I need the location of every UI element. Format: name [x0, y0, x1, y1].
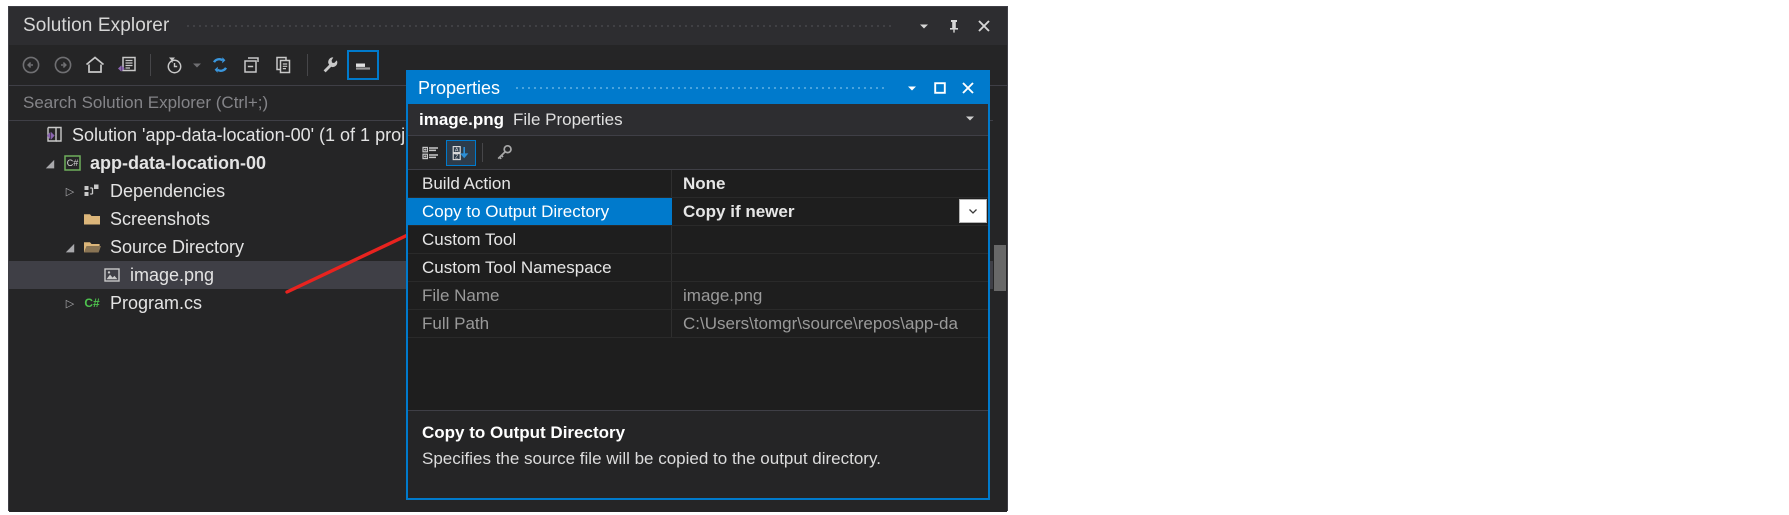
back-icon[interactable]: [15, 50, 47, 80]
maximize-icon[interactable]: [926, 74, 954, 102]
properties-wrench-icon[interactable]: [315, 50, 347, 80]
property-description-title: Copy to Output Directory: [422, 423, 626, 442]
solution-explorer-icon[interactable]: [111, 50, 143, 80]
csharp-file-icon: C#: [79, 293, 105, 313]
tree-item-label: Dependencies: [110, 180, 226, 201]
property-value: C:\Users\tomgr\source\repos\app-da: [683, 313, 958, 333]
properties-key-icon[interactable]: [489, 140, 519, 166]
pin-icon[interactable]: [939, 11, 969, 41]
chevron-down-icon[interactable]: [898, 74, 926, 102]
pending-changes-icon[interactable]: [158, 50, 190, 80]
tree-item-label: image.png: [130, 264, 215, 285]
property-name: Build Action: [408, 170, 672, 197]
properties-window: Properties image.png File Properties A Z…: [406, 70, 990, 500]
twisty-expanded-icon[interactable]: ◢: [61, 241, 79, 254]
property-name: Custom Tool Namespace: [408, 254, 672, 281]
toolbar-separator: [482, 143, 483, 162]
chevron-down-icon[interactable]: [964, 111, 976, 129]
folder-open-icon: [79, 237, 105, 257]
tree-item-label: Program.cs: [110, 292, 203, 313]
tree-item-label: Solution 'app-data-location-00' (1 of 1 …: [72, 124, 406, 145]
properties-object-name: image.png: [419, 109, 505, 129]
scrollbar-thumb[interactable]: [994, 245, 1006, 291]
properties-object-type: File Properties: [513, 109, 623, 129]
property-row-selected[interactable]: Copy to Output Directory Copy if newer: [408, 198, 988, 226]
property-name: Copy to Output Directory: [408, 198, 672, 225]
image-file-icon: [99, 265, 125, 285]
collapse-all-icon[interactable]: [236, 50, 268, 80]
property-name: Full Path: [408, 310, 672, 337]
alphabetical-sort-icon[interactable]: A Z: [446, 139, 476, 166]
properties-titlebar: Properties: [408, 72, 988, 104]
property-value[interactable]: None: [672, 170, 988, 197]
categorized-view-icon[interactable]: [416, 140, 446, 166]
chevron-down-icon[interactable]: [190, 50, 204, 80]
visual-studio-solution-icon: [41, 125, 67, 145]
folder-closed-icon: [79, 209, 105, 229]
property-value[interactable]: [672, 226, 988, 253]
tree-item-label: Screenshots: [110, 208, 211, 229]
titlebar-drag-grip[interactable]: [185, 21, 895, 31]
svg-text:C#: C#: [84, 296, 100, 310]
property-row[interactable]: Full Path C:\Users\tomgr\source\repos\ap…: [408, 310, 988, 338]
property-value: image.png: [683, 285, 763, 305]
properties-title: Properties: [418, 77, 501, 98]
property-description-body: Specifies the source file will be copied…: [422, 449, 881, 468]
properties-object-bar[interactable]: image.png File Properties: [408, 104, 988, 136]
forward-icon[interactable]: [47, 50, 79, 80]
solution-explorer-title: Solution Explorer: [23, 15, 170, 36]
property-description-pane: Copy to Output Directory Specifies the s…: [408, 410, 988, 469]
property-name: File Name: [408, 282, 672, 309]
properties-drag-grip[interactable]: [514, 83, 888, 93]
property-dropdown-button[interactable]: [959, 199, 987, 223]
dependencies-icon: [79, 181, 105, 201]
svg-text:C#: C#: [67, 158, 79, 168]
chevron-down-icon[interactable]: [909, 11, 939, 41]
csharp-project-icon: C#: [59, 153, 85, 173]
properties-toolbar: A Z: [408, 136, 988, 170]
property-value[interactable]: [672, 254, 988, 281]
solution-explorer-scrollbar[interactable]: [993, 119, 1007, 510]
solution-explorer-titlebar: Solution Explorer: [9, 7, 1007, 45]
property-value[interactable]: Copy if newer: [672, 198, 988, 225]
close-icon[interactable]: [954, 74, 982, 102]
toolbar-separator: [307, 54, 308, 76]
property-row[interactable]: File Name image.png: [408, 282, 988, 310]
twisty-expanded-icon[interactable]: ◢: [41, 157, 59, 170]
property-grid: Build Action None Copy to Output Directo…: [408, 170, 988, 410]
refresh-icon[interactable]: [204, 50, 236, 80]
tree-item-label: Source Directory: [110, 236, 245, 257]
twisty-collapsed-icon[interactable]: ▷: [61, 297, 79, 310]
property-grid-empty-area: [408, 338, 988, 410]
property-row[interactable]: Build Action None: [408, 170, 988, 198]
close-icon[interactable]: [969, 11, 999, 41]
tree-item-label: app-data-location-00: [90, 152, 267, 173]
search-placeholder: Search Solution Explorer (Ctrl+;): [23, 93, 269, 112]
show-all-files-icon[interactable]: [268, 50, 300, 80]
svg-text:A: A: [455, 147, 459, 153]
property-name: Custom Tool: [408, 226, 672, 253]
property-row[interactable]: Custom Tool Namespace: [408, 254, 988, 282]
property-row[interactable]: Custom Tool: [408, 226, 988, 254]
screenshot-root: Solution Explorer Search Solution Explor…: [0, 0, 1789, 515]
preview-selected-items-icon[interactable]: [347, 50, 379, 80]
twisty-collapsed-icon[interactable]: ▷: [61, 185, 79, 198]
home-icon[interactable]: [79, 50, 111, 80]
toolbar-separator: [150, 54, 151, 76]
